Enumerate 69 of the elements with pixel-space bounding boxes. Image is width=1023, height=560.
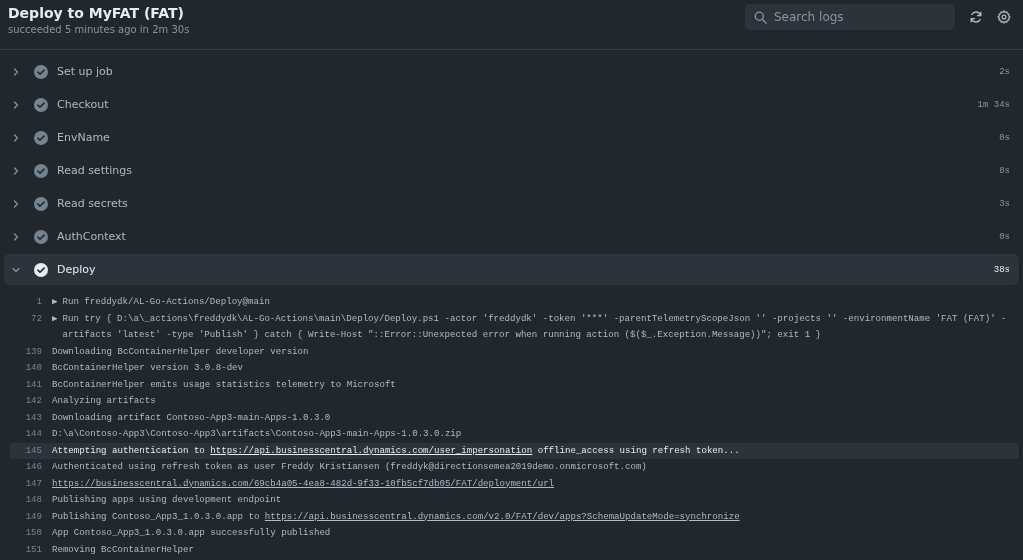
- line-number: 139: [24, 344, 43, 359]
- log-text: D:\a\Contoso-App3\Contoso-App3\artifacts\Contoso-App3-main-Apps-1.0.3.0.zip: [52, 427, 463, 441]
- line-number: 1: [35, 295, 43, 309]
- search-icon: [754, 10, 767, 24]
- step-row[interactable]: Deploy 38s: [4, 254, 1019, 285]
- line-number: 143: [24, 410, 43, 425]
- check-circle-icon: [34, 196, 48, 211]
- log-link[interactable]: https://businesscentral.dynamics.com/69cb4a05-4ea8-482d-9f33-10fb5cf7db05/FAT/deployment/url: [52, 477, 555, 489]
- line-number: 148: [24, 493, 43, 507]
- log-text: Downloading artifact Contoso-App3-main-Apps-1.0.3.0: [52, 410, 332, 425]
- step-name: Deploy: [57, 263, 97, 276]
- step-row[interactable]: Read secrets 3s: [4, 188, 1019, 219]
- line-number: 145: [24, 443, 43, 458]
- line-number: 144: [24, 427, 43, 441]
- step-name: AuthContext: [57, 230, 127, 243]
- log-text: Attempting authentication to https://api.businesscentral.dynamics.com/user_impersonation offline_access using refresh token...: [52, 443, 741, 458]
- log-text: Run freddydk/AL-Go-Actions/Deploy@main: [62, 295, 271, 309]
- step-name: Set up job: [57, 65, 114, 78]
- log-text: Downloading BcContainerHelper developer version: [52, 344, 310, 359]
- line-number: 151: [24, 542, 43, 557]
- run-status: succeeded 5 minutes ago in 2m 30s: [8, 24, 190, 35]
- settings-icon[interactable]: [997, 10, 1011, 24]
- line-number: 72: [30, 311, 43, 326]
- log-link[interactable]: https://api.businesscentral.dynamics.com/v2.0/FAT/dev/apps?SchemaUpdateMode=synchronize: [264, 510, 740, 522]
- line-number: 142: [24, 394, 43, 408]
- log-link[interactable]: https://api.businesscentral.dynamics.com/user_impersonation: [210, 444, 533, 456]
- step-row[interactable]: Checkout 1m 34s: [4, 89, 1019, 120]
- search-field[interactable]: Search logs: [745, 4, 955, 30]
- step-name: Read settings: [57, 164, 133, 177]
- step-duration: 3s: [999, 198, 1010, 209]
- expand-toggle[interactable]: ▶: [52, 310, 58, 327]
- line-number: 140: [24, 361, 43, 375]
- log-text: Removing BcContainerHelper: [52, 542, 195, 557]
- step-duration: 2s: [999, 66, 1010, 77]
- step-row[interactable]: AuthContext 0s: [4, 221, 1019, 252]
- step-row[interactable]: Set up job 2s: [4, 56, 1019, 87]
- check-circle-icon: [34, 163, 48, 178]
- step-row[interactable]: EnvName 0s: [4, 122, 1019, 153]
- step-duration: 8s: [999, 165, 1010, 176]
- log-text: BcContainerHelper emits usage statistics telemetry to Microsoft: [52, 377, 397, 392]
- line-number: 147: [24, 476, 43, 491]
- refresh-icon[interactable]: [969, 10, 983, 24]
- log-text: Run try { D:\a\_actions\freddydk\AL-Go-Actions\main\Deploy/Deploy.ps1 -actor 'freddydk' -token '***' -parentTelemetryScopeJson '' -projects '' -environmentName 'FAT (FAT)' -artifacts 'latest' -type 'Publish' } catch { Write-Host "::Error::Unexpected error when running action ($($_.Exception.Message))"; exit 1 }: [62, 311, 1008, 342]
- log-text: Authenticated using refresh token as user Freddy Kristiansen (freddyk@directionsemea2019demo.onmicrosoft.com): [52, 460, 648, 474]
- expand-toggle[interactable]: ▶: [52, 294, 58, 311]
- check-circle-icon: [34, 64, 48, 79]
- log-text: Publishing apps using development endpoint: [52, 493, 283, 507]
- search-input[interactable]: Search logs: [774, 10, 944, 24]
- step-duration: 0s: [999, 231, 1010, 242]
- log-text: Analyzing artifacts: [52, 394, 157, 408]
- line-number: 149: [24, 509, 43, 524]
- log-text: App Contoso_App3_1.0.3.0.app successfully published: [52, 526, 332, 540]
- log-text: BcContainerHelper version 3.0.8-dev: [52, 361, 244, 375]
- step-name: Read secrets: [57, 197, 129, 210]
- check-circle-icon: [34, 229, 48, 244]
- step-duration: 38s: [993, 264, 1010, 275]
- step-name: EnvName: [57, 131, 111, 144]
- check-circle-icon: [34, 97, 48, 112]
- step-name: Checkout: [57, 98, 110, 111]
- workflow-title: Deploy to MyFAT (FAT): [8, 5, 185, 21]
- line-number: 141: [24, 377, 43, 392]
- step-row[interactable]: Read settings 8s: [4, 155, 1019, 186]
- step-duration: 0s: [999, 132, 1010, 143]
- check-circle-icon: [34, 262, 48, 277]
- line-number: 150: [24, 526, 43, 540]
- step-duration: 1m 34s: [977, 99, 1010, 110]
- log-text: Publishing Contoso_App3_1.0.3.0.app to https://api.businesscentral.dynamics.com/v2.0/FAT/dev/apps?SchemaUpdateMode=synchronize: [52, 509, 741, 524]
- check-circle-icon: [34, 130, 48, 145]
- line-number: 146: [24, 460, 43, 474]
